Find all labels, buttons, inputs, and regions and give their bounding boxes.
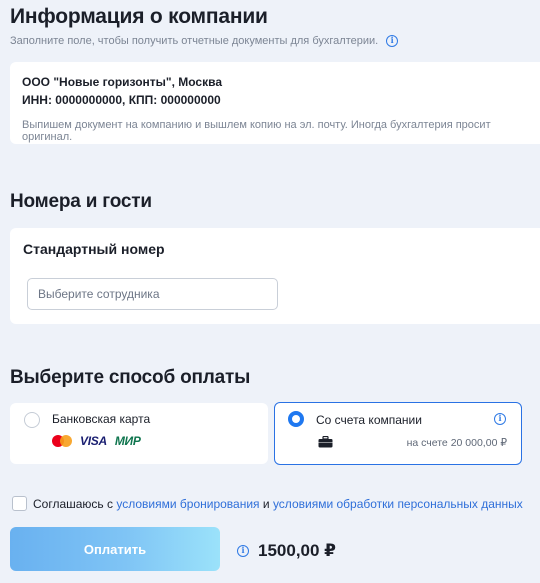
room-title: Стандартный номер bbox=[23, 241, 165, 257]
company-hint-row: Заполните поле, чтобы получить отчетные … bbox=[10, 35, 399, 47]
pay-button[interactable]: Оплатить bbox=[10, 527, 220, 571]
visa-logo: VISA bbox=[80, 434, 107, 448]
payment-option-bank-card[interactable]: Банковская карта VISA МИР bbox=[10, 403, 268, 464]
company-card[interactable]: ООО "Новые горизонты", Москва ИНН: 00000… bbox=[10, 62, 540, 144]
company-account-info-icon[interactable]: i bbox=[494, 413, 506, 425]
payment-option-company-account[interactable]: Со счета компании i на счете 20 000,00 ₽ bbox=[274, 402, 522, 465]
card-logos: VISA МИР bbox=[52, 434, 141, 448]
agreement-prefix: Соглашаюсь с bbox=[33, 497, 114, 511]
total-info-icon[interactable]: i bbox=[237, 545, 249, 557]
briefcase-icon bbox=[318, 436, 333, 448]
rooms-section-title: Номера и гости bbox=[10, 191, 152, 212]
mastercard-icon bbox=[52, 434, 72, 448]
company-ids: ИНН: 0000000000, КПП: 000000000 bbox=[22, 93, 221, 107]
info-icon[interactable]: i bbox=[386, 35, 399, 47]
agreement-text: Соглашаюсь с условиями бронирования и ус… bbox=[33, 497, 523, 511]
privacy-terms-link[interactable]: условиями обработки персональных данных bbox=[273, 497, 523, 511]
room-card: Стандартный номер Выберите сотрудника bbox=[10, 228, 540, 324]
company-section-title: Информация о компании bbox=[10, 5, 268, 28]
company-name: ООО "Новые горизонты", Москва bbox=[22, 75, 222, 89]
booking-terms-link[interactable]: условиями бронирования bbox=[116, 497, 259, 511]
total-amount: 1500,00 ₽ bbox=[258, 541, 337, 560]
company-account-balance: на счете 20 000,00 ₽ bbox=[406, 437, 507, 449]
company-hint: Заполните поле, чтобы получить отчетные … bbox=[10, 35, 379, 47]
employee-select[interactable]: Выберите сотрудника bbox=[27, 278, 278, 310]
company-account-label: Со счета компании bbox=[316, 413, 422, 427]
mir-logo: МИР bbox=[114, 434, 141, 448]
bank-card-radio[interactable] bbox=[24, 412, 40, 428]
payment-section-title: Выберите способ оплаты bbox=[10, 367, 251, 388]
employee-select-placeholder: Выберите сотрудника bbox=[38, 287, 160, 301]
company-account-radio[interactable] bbox=[288, 411, 304, 427]
agreement-checkbox[interactable] bbox=[12, 496, 27, 511]
company-note: Выпишем документ на компанию и вышлем ко… bbox=[22, 119, 491, 143]
bank-card-label: Банковская карта bbox=[52, 412, 151, 426]
agreement-middle: и bbox=[262, 497, 270, 511]
